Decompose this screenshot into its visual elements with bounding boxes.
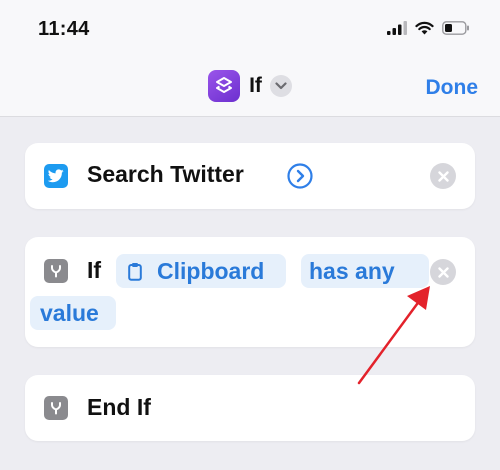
- status-time: 11:44: [38, 18, 90, 40]
- branch-icon: [44, 259, 68, 283]
- done-button[interactable]: Done: [426, 76, 479, 100]
- action-label: Search Twitter: [87, 161, 244, 187]
- action-label: End If: [87, 394, 151, 420]
- navigation-bar: 11:44 If Done: [0, 0, 500, 117]
- nav-title: If: [249, 74, 262, 97]
- action-search-twitter[interactable]: Search Twitter: [25, 143, 475, 209]
- condition-token-label: has any: [309, 258, 395, 284]
- condition-token-continued[interactable]: value: [30, 296, 116, 330]
- battery-icon: [442, 21, 469, 35]
- chevron-down-icon[interactable]: [269, 75, 292, 97]
- status-icons: [387, 21, 470, 35]
- remove-x-icon[interactable]: [430, 259, 456, 285]
- clipboard-token-label: Clipboard: [157, 258, 265, 284]
- action-end-if[interactable]: End If: [25, 375, 475, 441]
- branch-icon: [44, 396, 68, 420]
- remove-x-icon[interactable]: [430, 163, 456, 189]
- clipboard-token[interactable]: Clipboard: [116, 254, 286, 288]
- wifi-icon: [415, 21, 434, 35]
- clipboard-icon: [128, 263, 142, 281]
- twitter-icon: [44, 164, 68, 188]
- signal-icon: [387, 21, 407, 35]
- condition-token[interactable]: has any: [301, 254, 429, 288]
- action-if[interactable]: If Clipboard has any value: [25, 237, 475, 347]
- shortcuts-app-icon: [208, 70, 241, 102]
- condition-token-continued-label: value: [40, 300, 99, 326]
- arrow-right-circle-icon[interactable]: [287, 163, 313, 189]
- if-keyword: If: [87, 257, 102, 283]
